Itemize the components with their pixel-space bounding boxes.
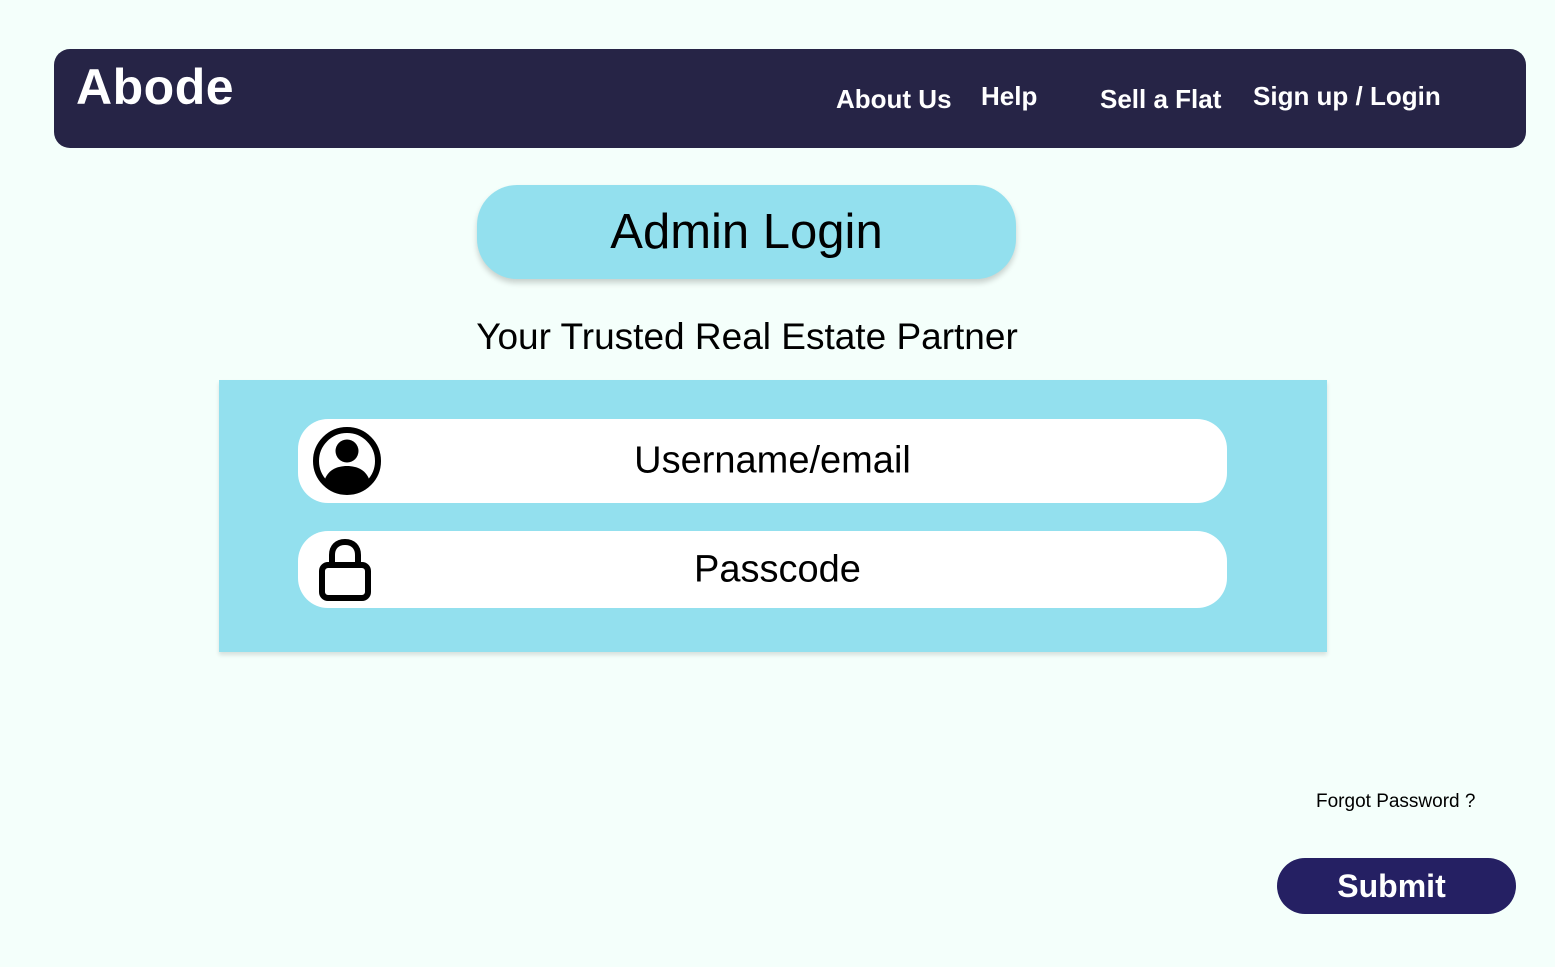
nav-link-sell-a-flat[interactable]: Sell a Flat xyxy=(1100,84,1221,114)
nav-link-about-us[interactable]: About Us xyxy=(836,84,952,114)
tagline: Your Trusted Real Estate Partner xyxy=(476,316,1018,357)
username-placeholder: Username/email xyxy=(634,439,911,482)
username-email-field[interactable]: Username/email xyxy=(298,419,1227,503)
nav-link-help[interactable]: Help xyxy=(981,81,1037,111)
submit-button[interactable]: Submit xyxy=(1277,858,1516,914)
brand-logo[interactable]: Abode xyxy=(76,59,234,115)
top-navbar: Abode About Us Help Sell a Flat Sign up … xyxy=(54,49,1526,148)
passcode-field[interactable]: Passcode xyxy=(298,531,1227,608)
forgot-password-link[interactable]: Forgot Password ? xyxy=(1316,791,1475,813)
nav-link-signup-login[interactable]: Sign up / Login xyxy=(1253,81,1441,111)
passcode-placeholder: Passcode xyxy=(694,548,861,590)
page-title: Admin Login xyxy=(477,185,1016,279)
login-form-panel: Username/email Passcode xyxy=(219,380,1327,652)
